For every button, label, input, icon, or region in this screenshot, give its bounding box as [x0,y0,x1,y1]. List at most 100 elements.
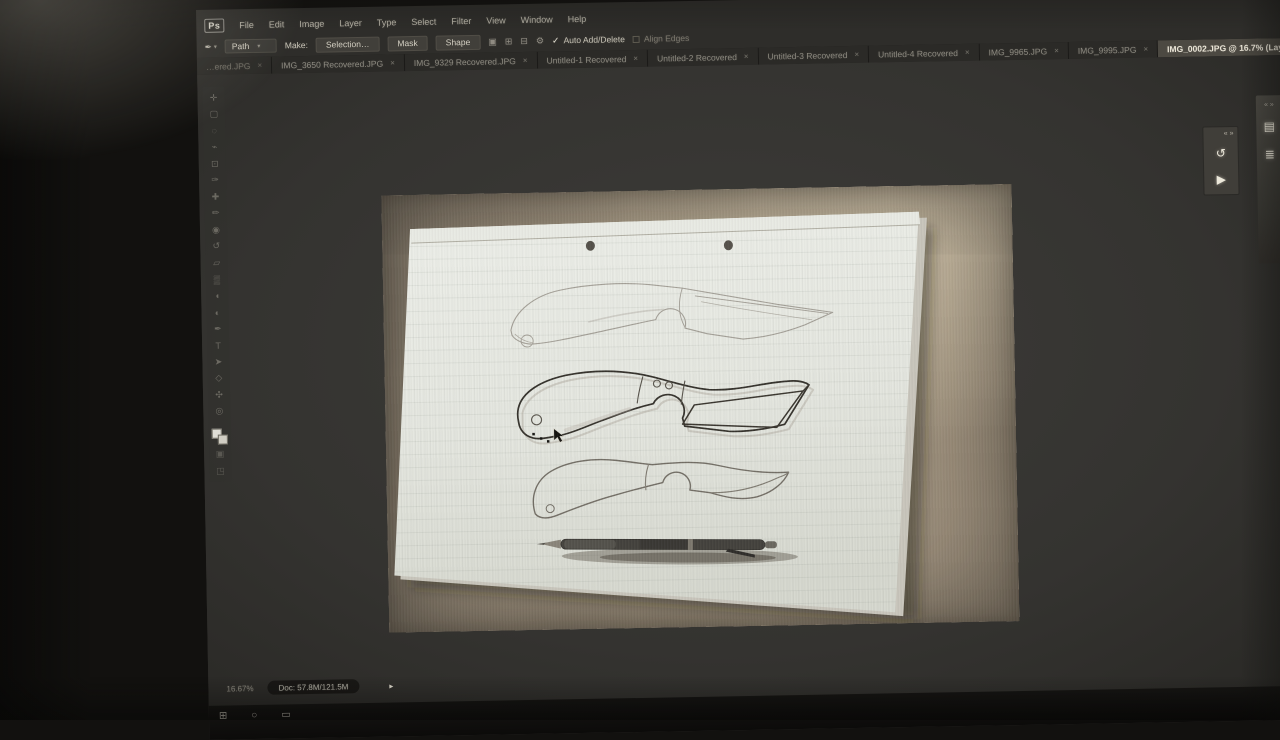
tab-img-9965[interactable]: IMG_9965.JPG × [979,42,1069,61]
tool-mode-select[interactable]: Path ▾ [225,39,277,54]
move-tool[interactable]: ✛ [205,91,221,105]
tab-label: IMG_9995.JPG [1078,44,1137,55]
healing-brush-tool[interactable]: ✚ [207,190,223,204]
tab-untitled-4-recovered[interactable]: Untitled-4 Recovered × [869,44,980,63]
tab-label: IMG_3650 Recovered.JPG [281,58,383,70]
zoom-level-readout[interactable]: 16.67% [226,684,253,693]
channels-icon: ≣ [1265,147,1275,161]
close-icon[interactable]: × [854,50,859,59]
close-icon[interactable]: × [1054,46,1059,55]
marquee-tool-icon: ▢ [210,109,219,120]
history-panel-icon[interactable]: ↺ [1210,143,1232,163]
layers-icon: ▤ [1264,119,1276,133]
pen-tool[interactable]: ✒ [210,322,226,336]
eraser-tool-icon: ▱ [213,257,220,268]
menu-select[interactable]: Select [411,17,436,27]
actions-panel-icon[interactable]: ▶ [1210,169,1232,189]
menu-file[interactable]: File [239,20,254,30]
blur-tool[interactable]: ◖ [209,289,225,303]
eraser-tool[interactable]: ▱ [209,256,225,270]
tab-untitled-1-recovered[interactable]: Untitled-1 Recovered × [537,50,648,69]
status-options-arrow-icon[interactable]: ▸ [389,681,393,690]
collapse-panels-icon[interactable]: « » [1224,130,1234,137]
chevron-down-icon: ▾ [214,43,217,50]
menu-window[interactable]: Window [521,14,553,25]
menu-help[interactable]: Help [568,14,587,24]
tab-label: IMG_0002.JPG @ 16.7% (Layer 2, RGB/8) * [1167,41,1280,54]
auto-add-delete-label: Auto Add/Delete [563,34,625,45]
screen-mode-button[interactable]: ◳ [212,463,228,477]
tab-img-9995[interactable]: IMG_9995.JPG × [1069,40,1159,59]
collapsed-panel-dock: « » ↺ ▶ [1202,126,1239,196]
auto-add-delete-checkbox[interactable]: ✓ Auto Add/Delete [552,34,625,46]
tools-panel: ✛ ▢ ◌ ⌁ ⊡ ✑ ✚ ✏ ◉ ↺ ▱ ▒ ◖ ◐ ✒ T ➤ ◇ ✣ ◎ … [202,86,231,481]
close-icon[interactable]: × [257,61,262,70]
type-tool[interactable]: T [210,338,226,352]
make-selection-button[interactable]: Selection… [316,36,380,52]
eyedropper-tool[interactable]: ✑ [207,173,223,187]
path-selection-tool[interactable]: ➤ [210,355,226,369]
close-icon[interactable]: × [1143,45,1148,54]
gear-icon[interactable]: ⚙ [536,35,544,46]
tab-img-0002-active[interactable]: IMG_0002.JPG @ 16.7% (Layer 2, RGB/8) * … [1158,38,1280,57]
path-selection-tool-icon: ➤ [215,356,223,367]
shape-tool[interactable]: ◇ [211,371,227,385]
tab-recovered-jpg-partial[interactable]: …ered.JPG × [197,57,272,75]
close-icon[interactable]: × [523,56,528,65]
dodge-tool-icon: ◐ [215,307,221,317]
menu-layer[interactable]: Layer [339,18,362,28]
quick-selection-tool[interactable]: ⌁ [206,140,222,154]
background-color-swatch[interactable] [218,434,228,444]
color-swatches[interactable] [212,428,228,444]
marquee-tool[interactable]: ▢ [206,107,222,121]
crop-tool[interactable]: ⊡ [207,157,223,171]
menu-image[interactable]: Image [299,19,324,29]
menu-view[interactable]: View [486,15,506,25]
path-operations-icon[interactable]: ▣ [488,36,497,47]
blur-tool-icon: ◖ [214,291,220,301]
make-shape-button[interactable]: Shape [436,34,481,50]
gradient-tool[interactable]: ▒ [209,272,225,286]
file-explorer-button[interactable]: ▭ [281,709,291,720]
canvas-document-img-0002[interactable] [381,184,1019,632]
tab-label: …ered.JPG [206,61,251,72]
path-alignment-icon[interactable]: ⊞ [505,36,513,47]
tab-untitled-2-recovered[interactable]: Untitled-2 Recovered × [648,48,759,67]
menu-type[interactable]: Type [377,17,397,27]
play-icon: ▶ [1217,172,1226,186]
tool-preset-picker[interactable]: ✒ ▾ [205,41,217,52]
close-icon[interactable]: × [390,58,395,67]
photoshop-window: Ps File Edit Image Layer Type Select Fil… [196,0,1280,740]
tab-label: Untitled-1 Recovered [546,54,626,65]
search-button[interactable]: ○ [251,710,257,721]
menu-filter[interactable]: Filter [451,16,471,26]
make-mask-button[interactable]: Mask [387,35,428,51]
knife-sketches-photo [381,184,1019,632]
quick-mask-icon: ▣ [216,449,225,460]
zoom-tool-icon: ◎ [215,406,223,417]
history-brush-tool[interactable]: ↺ [208,239,224,253]
pen-tool-icon: ✒ [214,323,222,334]
align-edges-checkbox[interactable]: Align Edges [633,33,690,44]
clone-stamp-tool[interactable]: ◉ [208,223,224,237]
lasso-tool[interactable]: ◌ [206,124,222,138]
hand-tool[interactable]: ✣ [211,387,227,401]
quick-mask-button[interactable]: ▣ [212,447,228,461]
close-icon[interactable]: × [633,54,638,63]
collapse-panels-icon[interactable]: « » [1264,101,1274,108]
menu-edit[interactable]: Edit [269,19,285,29]
crop-tool-icon: ⊡ [211,158,219,169]
close-icon[interactable]: × [965,48,970,57]
close-icon[interactable]: × [744,52,749,61]
pen-tool-icon: ✒ [205,41,212,52]
menu-bar: Ps File Edit Image Layer Type Select Fil… [204,11,586,34]
brush-tool[interactable]: ✏ [208,206,224,220]
layers-panel-icon[interactable]: ▤ [1258,116,1280,136]
tab-untitled-3-recovered[interactable]: Untitled-3 Recovered × [758,46,869,65]
dodge-tool[interactable]: ◐ [209,305,225,319]
channels-panel-icon[interactable]: ≣ [1259,144,1280,164]
healing-brush-tool-icon: ✚ [212,191,220,202]
start-button[interactable]: ⊞ [219,711,228,722]
path-arrangement-icon[interactable]: ⊟ [520,35,528,46]
zoom-tool[interactable]: ◎ [211,404,227,418]
